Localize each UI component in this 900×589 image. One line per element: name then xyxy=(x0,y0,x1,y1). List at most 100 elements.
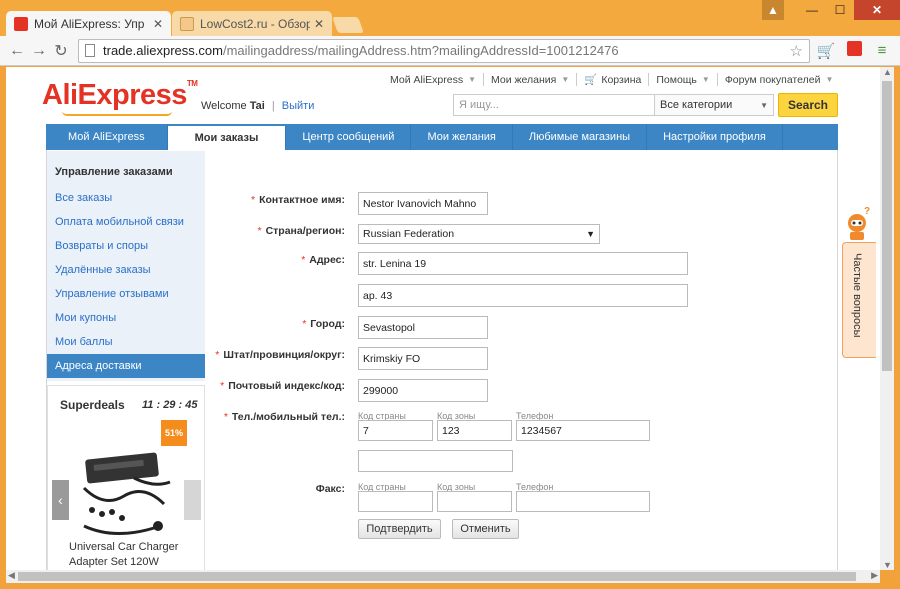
phone-number-input[interactable]: 1234567 xyxy=(516,420,650,441)
main-navigation: Мой AliExpress Мои заказы Центр сообщени… xyxy=(46,124,838,150)
confirm-button[interactable]: Подтвердить xyxy=(358,519,441,539)
scroll-down-icon[interactable]: ▼ xyxy=(883,560,892,570)
fax-country-code-input[interactable] xyxy=(358,491,433,512)
address-bar[interactable]: trade.aliexpress.com/mailingaddress/mail… xyxy=(78,38,810,63)
topnav-wishlist[interactable]: Мои желания ▼ xyxy=(484,73,578,86)
faq-tab[interactable]: Частые вопросы xyxy=(842,242,876,358)
city-input[interactable]: Sevastopol xyxy=(358,316,488,339)
carousel-next-button[interactable] xyxy=(184,480,201,520)
lowcost-favicon-icon xyxy=(180,16,194,31)
welcome-bar: Welcome Tai | Выйти xyxy=(201,100,315,112)
vertical-scrollbar[interactable]: ▲ ▼ xyxy=(880,67,894,570)
fax-label: Факс: xyxy=(315,483,345,495)
scroll-left-icon[interactable]: ◀ xyxy=(8,570,15,581)
sidebar-item-points[interactable]: Мои баллы xyxy=(47,330,205,354)
product-image[interactable] xyxy=(74,448,180,540)
scroll-right-icon[interactable]: ▶ xyxy=(871,570,878,581)
menu-icon[interactable]: ≡ xyxy=(870,42,894,59)
minimize-button[interactable]: — xyxy=(798,0,826,20)
sidebar-item-mobile-payment[interactable]: Оплата мобильной связи xyxy=(47,210,205,234)
bookmark-star-icon[interactable]: ☆ xyxy=(790,42,803,60)
url-host: trade.aliexpress.com xyxy=(103,43,223,58)
sidebar-item-shipping-addresses[interactable]: Адреса доставки xyxy=(47,354,205,378)
user-name: Tai xyxy=(249,100,265,112)
chevron-down-icon: ▼ xyxy=(701,75,710,84)
address-label: * Адрес: xyxy=(301,254,345,266)
tab-profile-settings[interactable]: Настройки профиля xyxy=(647,124,783,150)
browser-tab-lowcost[interactable]: LowCost2.ru - Обзор ✕ xyxy=(172,11,332,36)
back-arrow-icon[interactable]: ← xyxy=(6,42,28,60)
fax-area-code-input[interactable] xyxy=(437,491,512,512)
tab-title: LowCost2.ru - Обзор xyxy=(200,16,310,31)
topnav-cart[interactable]: 🛒 Корзина xyxy=(577,73,650,86)
chevron-down-icon: ▼ xyxy=(468,75,477,84)
page-icon xyxy=(85,44,95,57)
sidebar-item-deleted-orders[interactable]: Удалённые заказы xyxy=(47,258,205,282)
country-select[interactable]: Russian Federation ▼ xyxy=(358,224,600,244)
cart-icon: 🛒 xyxy=(584,74,598,86)
sidebar-item-returns[interactable]: Возвраты и споры xyxy=(47,234,205,258)
phone-area-code-input[interactable]: 123 xyxy=(437,420,512,441)
top-navigation: Мой AliExpress ▼ Мои желания ▼ 🛒 Корзина По… xyxy=(383,73,840,86)
tab-my-orders[interactable]: Мои заказы xyxy=(167,126,287,150)
maximize-button[interactable]: ☐ xyxy=(826,0,854,20)
close-tab-icon[interactable]: ✕ xyxy=(153,17,163,31)
sidebar-item-coupons[interactable]: Мои купоны xyxy=(47,306,205,330)
browser-tab-aliexpress[interactable]: Мой AliExpress: Упр ✕ xyxy=(6,11,171,36)
reload-icon[interactable]: ↻ xyxy=(50,41,72,61)
browser-tab-strip: Мой AliExpress: Упр ✕ LowCost2.ru - Обзо… xyxy=(0,0,900,36)
forward-arrow-icon[interactable]: → xyxy=(28,42,50,60)
aliexpress-extension-icon[interactable] xyxy=(842,41,866,60)
new-tab-button[interactable] xyxy=(332,17,364,33)
horizontal-scroll-thumb[interactable] xyxy=(18,572,856,581)
vertical-scroll-thumb[interactable] xyxy=(882,81,892,371)
contact-name-label: * Контактное имя: xyxy=(251,194,345,206)
carousel-prev-button[interactable]: ‹ xyxy=(52,480,69,520)
discount-badge: 51% xyxy=(161,420,187,446)
close-window-button[interactable]: ✕ xyxy=(854,0,900,20)
address-line-2-input[interactable]: ap. 43 xyxy=(358,284,688,307)
topnav-help[interactable]: Помощь ▼ xyxy=(649,73,718,86)
sidebar-heading: Управление заказами xyxy=(55,166,173,178)
search-input[interactable]: Я ищу... xyxy=(453,94,655,116)
chevron-down-icon: ▼ xyxy=(760,100,768,110)
zip-label: * Почтовый индекс/код: xyxy=(220,380,345,392)
contact-name-input[interactable]: Nestor Ivanovich Mahno xyxy=(358,192,488,215)
chevron-down-icon: ▼ xyxy=(561,75,570,84)
state-label: * Штат/провинция/округ: xyxy=(215,349,345,361)
helper-robot-icon[interactable]: ? xyxy=(843,205,875,241)
topnav-forum[interactable]: Форум покупателей ▼ xyxy=(718,73,841,86)
superdeals-timer: 11 : 29 : 45 xyxy=(142,399,198,411)
scroll-up-icon[interactable]: ▲ xyxy=(883,67,892,77)
product-name[interactable]: Universal Car Charger Adapter Set 120W xyxy=(69,540,199,570)
superdeals-title: Superdeals xyxy=(60,398,125,412)
tab-favorite-stores[interactable]: Любимые магазины xyxy=(513,124,648,150)
page-viewport: AliExpressTM Welcome Tai | Выйти Мой Ali… xyxy=(6,67,880,570)
fax-number-input[interactable] xyxy=(516,491,650,512)
user-profile-icon[interactable]: ▲ xyxy=(762,0,784,20)
tab-wishlist[interactable]: Мои желания xyxy=(411,124,513,150)
close-tab-icon[interactable]: ✕ xyxy=(314,17,324,31)
url-path: /mailingaddress/mailingAddress.htm?maili… xyxy=(222,43,619,58)
phone-label: * Тел./мобильный тел.: xyxy=(223,411,345,423)
country-label: * Страна/регион: xyxy=(257,225,345,237)
search-button[interactable]: Search xyxy=(778,93,838,117)
search-category-select[interactable]: Все категории ▼ xyxy=(654,94,774,116)
tab-my-aliexpress[interactable]: Мой AliExpress xyxy=(46,124,168,150)
logout-link[interactable]: Выйти xyxy=(282,100,315,112)
topnav-my-aliexpress[interactable]: Мой AliExpress ▼ xyxy=(383,73,485,86)
zip-input[interactable]: 299000 xyxy=(358,379,488,402)
cancel-button[interactable]: Отменить xyxy=(452,519,519,539)
mobile-phone-input[interactable] xyxy=(358,450,513,472)
cart-extension-icon[interactable]: 🛒 xyxy=(814,42,838,60)
tab-title: Мой AliExpress: Упр xyxy=(34,16,145,31)
sidebar-item-all-orders[interactable]: Все заказы xyxy=(47,186,205,210)
browser-toolbar: ← → ↻ trade.aliexpress.com/mailingaddres… xyxy=(0,36,900,66)
aliexpress-logo[interactable]: AliExpressTM xyxy=(42,79,198,112)
phone-country-code-input[interactable]: 7 xyxy=(358,420,433,441)
state-input[interactable]: Krimskiy FO xyxy=(358,347,488,370)
tab-messages[interactable]: Центр сообщений xyxy=(286,124,412,150)
horizontal-scrollbar[interactable]: ◀ ▶ xyxy=(6,570,880,583)
address-line-1-input[interactable]: str. Lenina 19 xyxy=(358,252,688,275)
sidebar-item-feedback[interactable]: Управление отзывами xyxy=(47,282,205,306)
